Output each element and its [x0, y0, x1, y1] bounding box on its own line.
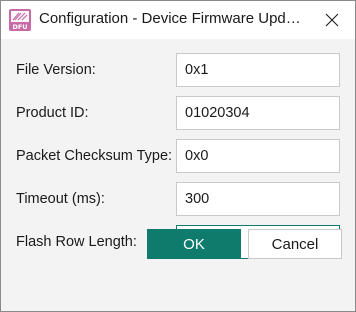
packet-checksum-type-input[interactable]	[176, 139, 340, 173]
timeout-label: Timeout (ms):	[16, 191, 105, 207]
packet-checksum-type-label: Packet Checksum Type:	[16, 148, 173, 164]
ok-button[interactable]: OK	[147, 229, 241, 259]
close-icon	[325, 13, 339, 27]
cancel-button[interactable]: Cancel	[248, 229, 342, 259]
flash-row-length-label: Flash Row Length:	[16, 234, 137, 250]
title-bar[interactable]: DFU Configuration - Device Firmware Upda…	[1, 1, 355, 39]
window-title: Configuration - Device Firmware Updat...	[39, 10, 301, 27]
dfu-icon-text: DFU	[12, 23, 27, 31]
form-area: File Version: Product ID: Packet Checksu…	[1, 39, 355, 311]
dialog-window: DFU Configuration - Device Firmware Upda…	[0, 0, 356, 312]
product-id-label: Product ID:	[16, 105, 89, 121]
file-version-label: File Version:	[16, 62, 96, 78]
timeout-input[interactable]	[176, 182, 340, 216]
file-version-input[interactable]	[176, 53, 340, 87]
close-button[interactable]	[317, 6, 347, 34]
product-id-input[interactable]	[176, 96, 340, 130]
dfu-icon: DFU	[9, 9, 31, 31]
